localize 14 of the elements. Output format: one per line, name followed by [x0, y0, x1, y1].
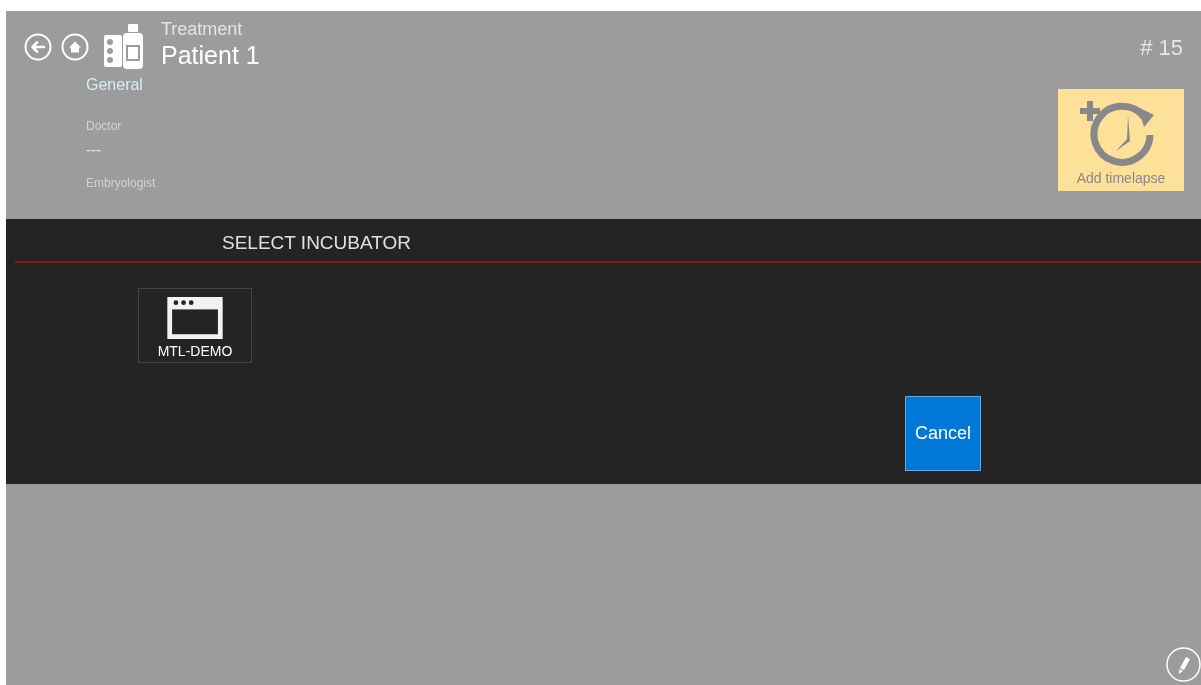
page-title: Patient 1 [161, 40, 260, 70]
tile-label: Add timelapse [1076, 170, 1166, 186]
dialog-title: SELECT INCUBATOR [222, 230, 411, 255]
page-subtitle: Treatment [161, 18, 244, 40]
incubator-icon [166, 297, 224, 339]
back-icon[interactable] [24, 33, 52, 61]
section-title[interactable]: General [86, 73, 156, 97]
home-icon[interactable] [61, 33, 89, 61]
incubator-tile[interactable]: MTL-DEMO [138, 288, 252, 363]
add-timelapse-tile[interactable]: Add timelapse [1058, 89, 1184, 191]
field-value: --- [86, 140, 102, 160]
record-number: # 15 [1140, 33, 1183, 62]
edit-icon[interactable] [1166, 647, 1201, 682]
cancel-button[interactable]: Cancel [905, 396, 981, 471]
